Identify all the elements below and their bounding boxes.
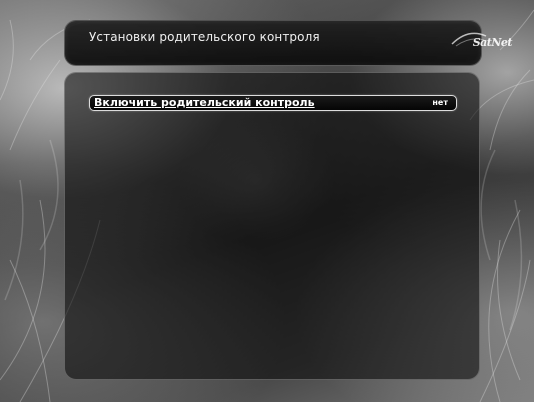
menu-item-label: Включить родительский контроль: [94, 96, 315, 109]
title-bar: Установки родительского контроля: [64, 20, 482, 66]
tv-screen: Установки родительского контроля SatNet …: [0, 0, 534, 402]
brand-logo: SatNet: [472, 36, 513, 49]
page-title: Установки родительского контроля: [89, 30, 320, 44]
menu-item-enable-parental-control[interactable]: Включить родительский контроль нет: [89, 95, 457, 111]
settings-panel: Включить родительский контроль нет: [64, 72, 480, 380]
menu-item-value: нет: [432, 98, 448, 107]
